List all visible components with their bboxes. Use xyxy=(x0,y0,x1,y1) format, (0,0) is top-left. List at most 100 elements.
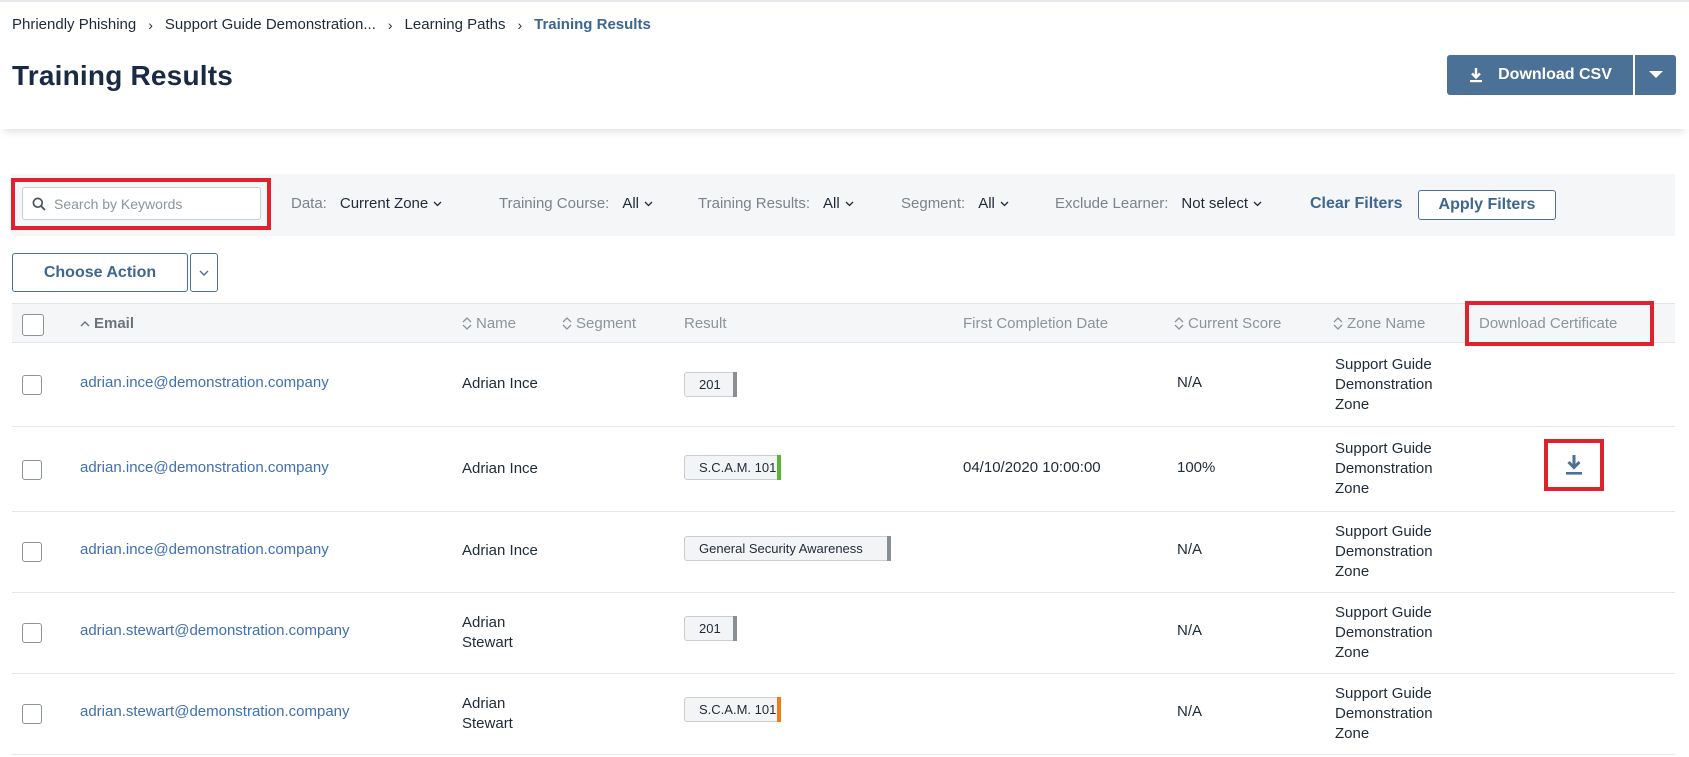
email-link[interactable]: adrian.ince@demonstration.company xyxy=(80,374,329,391)
zone-name-line: Zone xyxy=(1335,480,1370,497)
column-header-label: Name xyxy=(476,315,517,332)
breadcrumb: Phriendly Phishing › Support Guide Demon… xyxy=(12,16,651,33)
result-status-bar xyxy=(777,455,781,480)
result-badge-label: S.C.A.M. 101 xyxy=(699,702,777,717)
download-certificate-header-highlight-box xyxy=(1465,301,1654,346)
table-row: adrian.ince@demonstration.company Adrian… xyxy=(12,512,1675,593)
row-checkbox[interactable] xyxy=(22,375,42,395)
result-badge-label: 201 xyxy=(699,621,721,636)
result-badge: S.C.A.M. 101 xyxy=(684,697,781,722)
sort-icon xyxy=(1333,317,1343,330)
row-checkbox[interactable] xyxy=(22,623,42,643)
learner-name: Adrian Stewart xyxy=(462,694,513,734)
choose-action-dropdown[interactable] xyxy=(190,253,218,292)
learner-name-line: Adrian Ince xyxy=(462,542,538,559)
filter-training-course[interactable]: Training Course: All xyxy=(499,195,653,212)
current-score: 100% xyxy=(1177,459,1216,476)
breadcrumb-item-training-results: Training Results xyxy=(534,16,651,33)
zone-name: Support Guide Demonstration Zone xyxy=(1335,684,1433,744)
chevron-right-icon: › xyxy=(148,16,153,33)
filter-label: Exclude Learner: xyxy=(1055,195,1169,212)
result-badge-label: S.C.A.M. 101 xyxy=(699,460,777,475)
filter-exclude-learner[interactable]: Exclude Learner: Not select xyxy=(1055,195,1262,212)
learner-name: Adrian Ince xyxy=(462,459,538,479)
choose-action-button[interactable]: Choose Action xyxy=(12,253,188,292)
row-checkbox[interactable] xyxy=(22,542,42,562)
search-input[interactable] xyxy=(54,195,254,212)
zone-name: Support Guide Demonstration Zone xyxy=(1335,522,1433,582)
filter-data[interactable]: Data: Current Zone xyxy=(291,195,442,212)
breadcrumb-item-learning-paths[interactable]: Learning Paths xyxy=(405,16,506,33)
result-badge-label: General Security Awareness xyxy=(699,541,863,556)
email-link[interactable]: adrian.stewart@demonstration.company xyxy=(80,703,350,720)
search-icon xyxy=(32,197,46,211)
current-score: N/A xyxy=(1177,622,1203,639)
column-header-name[interactable]: Name xyxy=(462,304,516,343)
zone-name: Support Guide Demonstration Zone xyxy=(1335,439,1433,499)
sort-icon xyxy=(562,317,572,330)
result-badge: S.C.A.M. 101 xyxy=(684,455,781,480)
chevron-down-icon xyxy=(644,201,653,207)
row-checkbox[interactable] xyxy=(22,704,42,724)
learner-name-line: Adrian xyxy=(462,614,506,631)
result-badge: General Security Awareness xyxy=(684,536,891,561)
zone-name-line: Support Guide xyxy=(1335,356,1432,373)
download-csv-button[interactable]: Download CSV xyxy=(1447,55,1633,95)
result-badge: 201 xyxy=(684,372,737,397)
filter-value: All xyxy=(622,195,639,212)
apply-filters-button[interactable]: Apply Filters xyxy=(1418,190,1556,220)
zone-name-line: Zone xyxy=(1335,396,1370,413)
column-header-email[interactable]: Email xyxy=(80,304,134,343)
zone-name-line: Demonstration xyxy=(1335,376,1433,393)
row-checkbox[interactable] xyxy=(22,460,42,480)
filter-label: Training Results: xyxy=(698,195,810,212)
table-header: Email Name Segment Result First Completi… xyxy=(12,303,1675,343)
zone-name-line: Support Guide xyxy=(1335,685,1432,702)
column-header-zone-name[interactable]: Zone Name xyxy=(1333,304,1425,343)
download-csv-label: Download CSV xyxy=(1498,66,1612,83)
filter-training-results[interactable]: Training Results: All xyxy=(698,195,854,212)
current-score: N/A xyxy=(1177,374,1203,391)
download-certificate-button[interactable] xyxy=(1564,453,1584,477)
zone-name: Support Guide Demonstration Zone xyxy=(1335,603,1433,663)
filter-segment[interactable]: Segment: All xyxy=(901,195,1009,212)
filter-label: Data: xyxy=(291,195,327,212)
page-title: Training Results xyxy=(12,60,234,91)
breadcrumb-item-zone[interactable]: Support Guide Demonstration... xyxy=(165,16,376,33)
download-icon xyxy=(1468,67,1484,83)
table-row: adrian.stewart@demonstration.company Adr… xyxy=(12,593,1675,674)
zone-name-line: Support Guide xyxy=(1335,604,1432,621)
column-header-segment[interactable]: Segment xyxy=(562,304,636,343)
chevron-down-icon xyxy=(845,201,854,207)
learner-name-line: Adrian Ince xyxy=(462,375,538,392)
first-completion-date: 04/10/2020 10:00:00 xyxy=(963,459,1101,476)
zone-name-line: Zone xyxy=(1335,644,1370,661)
download-csv-group: Download CSV xyxy=(1447,55,1676,95)
chevron-right-icon: › xyxy=(387,16,393,33)
search-box[interactable] xyxy=(22,187,261,220)
result-status-bar xyxy=(887,536,891,561)
filter-value: All xyxy=(978,195,995,212)
filter-value: Not select xyxy=(1181,195,1249,212)
learner-name: Adrian Ince xyxy=(462,374,538,394)
column-header-label: Segment xyxy=(576,315,637,332)
email-link[interactable]: adrian.ince@demonstration.company xyxy=(80,459,329,476)
chevron-down-icon xyxy=(433,201,442,207)
email-link[interactable]: adrian.stewart@demonstration.company xyxy=(80,622,350,639)
download-icon xyxy=(1566,455,1582,475)
email-link[interactable]: adrian.ince@demonstration.company xyxy=(80,541,329,558)
clear-filters-link[interactable]: Clear Filters xyxy=(1310,195,1402,213)
column-header-label: Current Score xyxy=(1188,315,1282,332)
column-header-label: Email xyxy=(94,315,135,332)
filter-value: All xyxy=(823,195,840,212)
zone-name-line: Demonstration xyxy=(1335,460,1433,477)
column-header-current-score[interactable]: Current Score xyxy=(1174,304,1281,343)
download-options-dropdown[interactable] xyxy=(1635,55,1676,95)
learner-name: Adrian Ince xyxy=(462,541,538,561)
select-all-checkbox[interactable] xyxy=(22,314,44,336)
breadcrumb-item-phriendly-phishing[interactable]: Phriendly Phishing xyxy=(12,16,136,33)
column-header-label: Result xyxy=(684,315,727,332)
zone-name-line: Zone xyxy=(1335,563,1370,580)
filter-value: Current Zone xyxy=(339,195,429,212)
result-badge-label: 201 xyxy=(699,377,721,392)
